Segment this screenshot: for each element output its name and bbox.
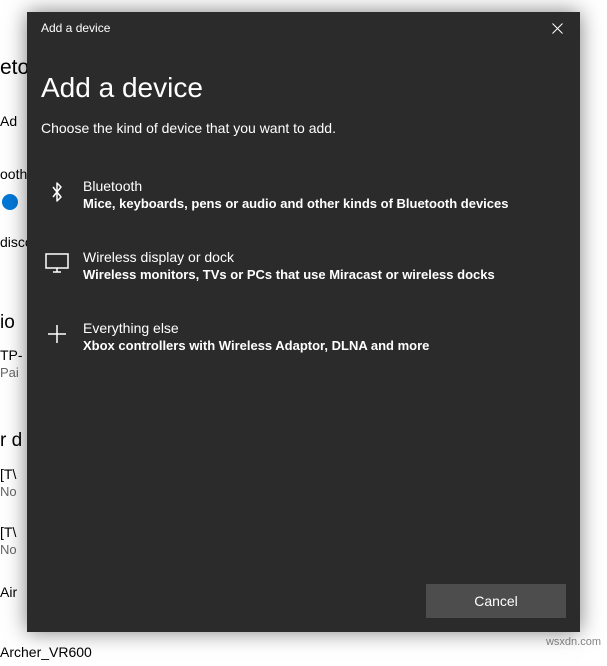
add-device-dialog: Add a device Add a device Choose the kin… [27,12,580,632]
bg-other-fragment: r d [0,430,22,452]
bg-heading-fragment: eto [0,56,29,80]
option-bluetooth-title: Bluetooth [83,178,562,194]
bg-audio-fragment: io [0,312,15,334]
option-everything-else-desc: Xbox controllers with Wireless Adaptor, … [83,338,562,353]
cancel-button[interactable]: Cancel [426,584,566,618]
display-icon [45,251,69,275]
option-wireless-display-title: Wireless display or dock [83,249,562,265]
dialog-subtitle: Choose the kind of device that you want … [41,120,566,136]
option-everything-else[interactable]: Everything else Xbox controllers with Wi… [41,308,566,365]
close-button[interactable] [534,12,580,44]
dialog-footer: Cancel [41,584,566,618]
option-bluetooth-desc: Mice, keyboards, pens or audio and other… [83,196,562,211]
dialog-titlebar: Add a device [27,12,580,44]
option-wireless-display-text: Wireless display or dock Wireless monito… [83,249,562,282]
bg-device-tp: TP- [0,347,23,363]
option-everything-else-text: Everything else Xbox controllers with Wi… [83,320,562,353]
bg-tv2-status: No [0,542,17,557]
bg-add-fragment: Ad [0,113,17,129]
bg-tv2: [T\ [0,524,16,540]
dialog-titlebar-text: Add a device [41,21,110,35]
bg-tv1: [T\ [0,466,16,482]
bg-air-fragment: Air [0,584,17,600]
option-bluetooth[interactable]: Bluetooth Mice, keyboards, pens or audio… [41,166,566,223]
bg-tv1-status: No [0,484,17,499]
watermark-text: wsxdn.com [546,636,601,648]
bg-bluetooth-fragment: ooth [0,166,27,182]
dialog-heading: Add a device [41,72,566,104]
bg-paired-fragment: Pai [0,365,19,380]
option-everything-else-title: Everything else [83,320,562,336]
option-bluetooth-text: Bluetooth Mice, keyboards, pens or audio… [83,178,562,211]
option-wireless-display[interactable]: Wireless display or dock Wireless monito… [41,237,566,294]
dialog-content: Add a device Choose the kind of device t… [27,44,580,632]
close-icon [552,23,563,34]
bg-router: Archer_VR600 [0,644,92,660]
plus-icon [45,322,69,346]
option-wireless-display-desc: Wireless monitors, TVs or PCs that use M… [83,267,562,282]
bluetooth-icon [45,180,69,204]
bluetooth-toggle-indicator [2,194,18,210]
